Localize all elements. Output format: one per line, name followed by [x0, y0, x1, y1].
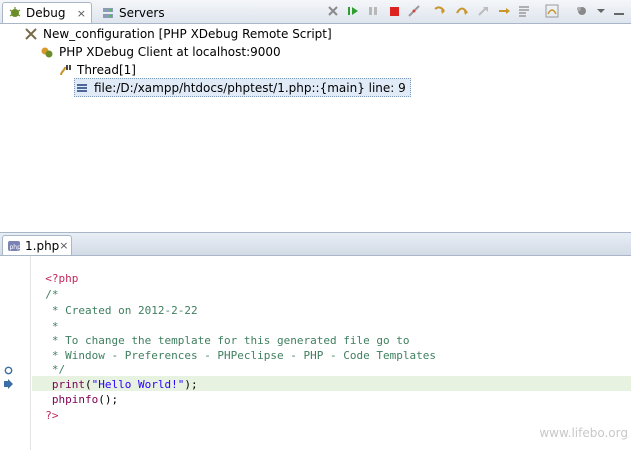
instruction-pointer-icon — [3, 378, 13, 389]
code-line-9[interactable]: phpinfo(); — [32, 377, 118, 406]
tab-debug-label: Debug — [26, 6, 66, 20]
debug-tab-bar — [0, 0, 631, 24]
code-line-3[interactable]: * Created on 2012-2-22 — [32, 288, 198, 317]
view-menu-icon[interactable] — [575, 4, 589, 18]
close-icon[interactable]: × — [77, 7, 86, 20]
close-icon[interactable]: × — [59, 239, 68, 252]
remove-launch-icon[interactable] — [326, 4, 340, 18]
tab-file-label: 1.php — [25, 238, 60, 253]
editor-tab-bar — [0, 233, 631, 256]
code-line-8[interactable]: print("Hello World!"); — [32, 362, 198, 391]
vertical-ruler[interactable] — [0, 256, 14, 450]
tree-item-stack-frame-label: file:/D:/xampp/htdocs/phptest/1.php::{ma… — [94, 80, 406, 95]
breakpoint-icon[interactable] — [4, 364, 13, 375]
tree-item-client-label: PHP XDebug Client at localhost:9000 — [59, 44, 281, 59]
php-close-tag: ?> — [45, 409, 59, 422]
tab-servers[interactable]: Servers — [96, 2, 165, 23]
tree-item-thread[interactable]: Thread[1] — [58, 61, 136, 78]
disconnect-icon[interactable] — [407, 4, 421, 18]
stack-frame-icon — [75, 81, 89, 95]
tab-debug[interactable]: Debug × — [2, 2, 92, 23]
maximize-icon[interactable] — [612, 4, 626, 18]
close-paren: ); — [184, 378, 198, 391]
gutter-separator — [30, 256, 31, 450]
comment-text: * Created on 2012-2-22 — [45, 304, 198, 317]
step-into-icon[interactable] — [433, 4, 447, 18]
code-line-4[interactable]: * — [32, 304, 59, 333]
tree-item-launch-label: New_configuration [PHP XDebug Remote Scr… — [43, 26, 332, 41]
drop-to-frame-icon[interactable] — [497, 4, 511, 18]
code-line-7[interactable]: */ — [32, 347, 65, 376]
tab-servers-label: Servers — [119, 5, 165, 20]
debug-target-icon — [40, 45, 54, 59]
watermark: www.lifebo.org — [539, 426, 628, 440]
code-line-2[interactable]: /* — [32, 272, 58, 301]
debug-view-menu-icon[interactable] — [545, 4, 559, 18]
servers-icon — [101, 6, 115, 20]
comment-text: * Window - Preferences - PHPeclipse - PH… — [45, 349, 436, 362]
step-over-icon[interactable] — [455, 4, 469, 18]
step-return-icon[interactable] — [476, 4, 490, 18]
terminate-icon[interactable] — [387, 4, 401, 18]
debug-bug-icon — [8, 6, 22, 20]
suspend-icon[interactable] — [366, 4, 380, 18]
php-file-icon: php — [7, 239, 21, 253]
resume-icon[interactable] — [346, 4, 360, 18]
minimize-icon[interactable] — [594, 4, 608, 18]
code-line-5[interactable]: * To change the template for this genera… — [32, 318, 410, 347]
launch-icon — [24, 27, 38, 41]
code-line-6[interactable]: * Window - Preferences - PHPeclipse - PH… — [32, 333, 436, 362]
tab-file-1-php[interactable]: php 1.php × — [2, 235, 72, 255]
svg-text:php: php — [10, 244, 22, 251]
tree-item-stack-frame[interactable]: file:/D:/xampp/htdocs/phptest/1.php::{ma… — [74, 78, 411, 97]
call-parens: (); — [98, 393, 119, 406]
code-line-1[interactable]: <?php — [32, 256, 78, 285]
tree-item-thread-label: Thread[1] — [77, 62, 136, 77]
use-step-filters-icon[interactable] — [517, 4, 531, 18]
debug-view: Debug × Servers New_configuration [PHP X… — [0, 0, 631, 228]
thread-icon — [58, 63, 72, 77]
code-line-10[interactable]: ?> — [32, 393, 58, 422]
tree-item-launch[interactable]: New_configuration [PHP XDebug Remote Scr… — [24, 25, 332, 42]
tree-item-client[interactable]: PHP XDebug Client at localhost:9000 — [40, 43, 281, 60]
